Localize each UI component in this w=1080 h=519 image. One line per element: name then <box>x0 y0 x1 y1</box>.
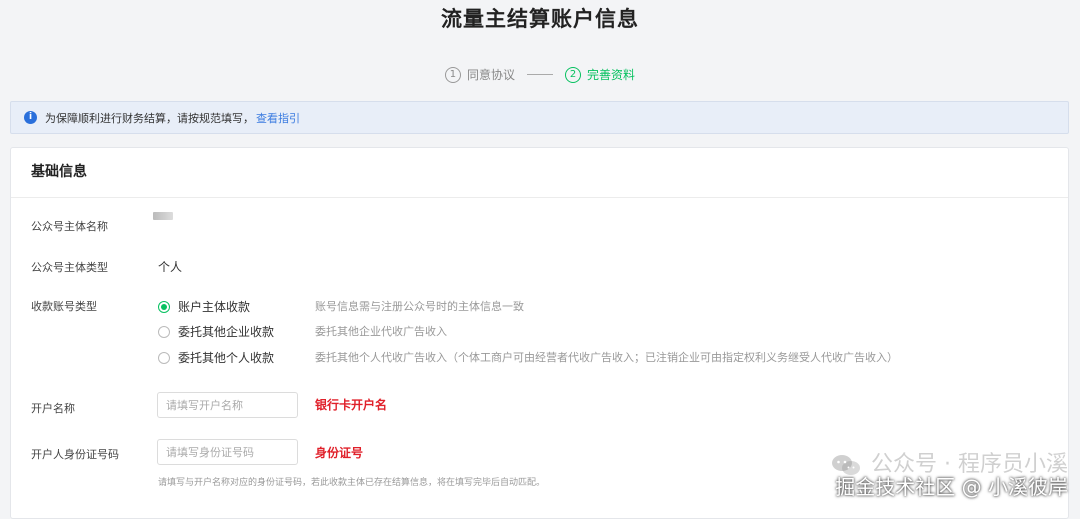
account-type-label: 收款账号类型 <box>31 300 97 313</box>
entity-name-value-blurred <box>153 212 173 220</box>
step-label: 同意协议 <box>466 68 515 82</box>
step-number-icon: 2 <box>565 66 581 83</box>
id-number-annotation: 身份证号 <box>315 446 364 460</box>
radio-desc: 委托其他企业代收广告收入 <box>315 325 447 338</box>
step-complete-info: 2 完善资料 <box>565 66 635 83</box>
account-name-label: 开户名称 <box>31 402 75 415</box>
radio-desc: 委托其他个人代收广告收入（个体工商户可由经营者代收广告收入；已注销企业可由指定权… <box>315 351 898 364</box>
radio-own-account[interactable]: 账户主体收款 <box>158 298 250 315</box>
notice-banner: i 为保障顺利进行财务结算，请按规范填写， 查看指引 <box>10 101 1069 134</box>
radio-unchecked-icon[interactable] <box>158 351 170 364</box>
notice-text: 为保障顺利进行财务结算，请按规范填写， <box>45 111 254 125</box>
entity-type-value: 个人 <box>158 260 183 274</box>
step-connector <box>527 74 553 75</box>
account-name-annotation: 银行卡开户名 <box>315 398 388 412</box>
watermark: 公众号 · 程序员小溪 掘金技术社区 @ 小溪彼岸 <box>831 452 1068 500</box>
info-icon: i <box>24 111 37 124</box>
account-name-input[interactable] <box>157 392 298 418</box>
id-number-label: 开户人身份证号码 <box>31 448 119 461</box>
radio-label: 委托其他个人收款 <box>178 351 275 365</box>
id-number-hint: 请填写与开户名称对应的身份证号码，若此收款主体已存在结算信息，将在填写完毕后自动… <box>158 478 546 488</box>
radio-person-account[interactable]: 委托其他个人收款 <box>158 349 274 366</box>
radio-checked-icon[interactable] <box>158 300 170 313</box>
step-agreement: 1 同意协议 <box>444 66 515 83</box>
entity-name-label: 公众号主体名称 <box>31 220 108 233</box>
card-title: 基础信息 <box>11 148 1068 198</box>
radio-unchecked-icon[interactable] <box>158 325 170 338</box>
wechat-icon <box>832 455 861 475</box>
step-number-icon: 1 <box>444 66 461 83</box>
step-indicator: 1 同意协议 2 完善资料 <box>0 66 1080 83</box>
watermark-line2: 掘金技术社区 @ 小溪彼岸 <box>835 475 1068 499</box>
step-label: 完善资料 <box>587 68 636 82</box>
id-number-input[interactable] <box>157 439 298 465</box>
radio-label: 账户主体收款 <box>178 300 251 314</box>
view-guide-link[interactable]: 查看指引 <box>256 110 300 126</box>
entity-type-label: 公众号主体类型 <box>31 261 108 274</box>
radio-company-account[interactable]: 委托其他企业收款 <box>158 323 274 340</box>
radio-label: 委托其他企业收款 <box>178 325 275 339</box>
page-title: 流量主结算账户信息 <box>441 7 639 31</box>
radio-desc: 账号信息需与注册公众号时的主体信息一致 <box>315 300 524 313</box>
